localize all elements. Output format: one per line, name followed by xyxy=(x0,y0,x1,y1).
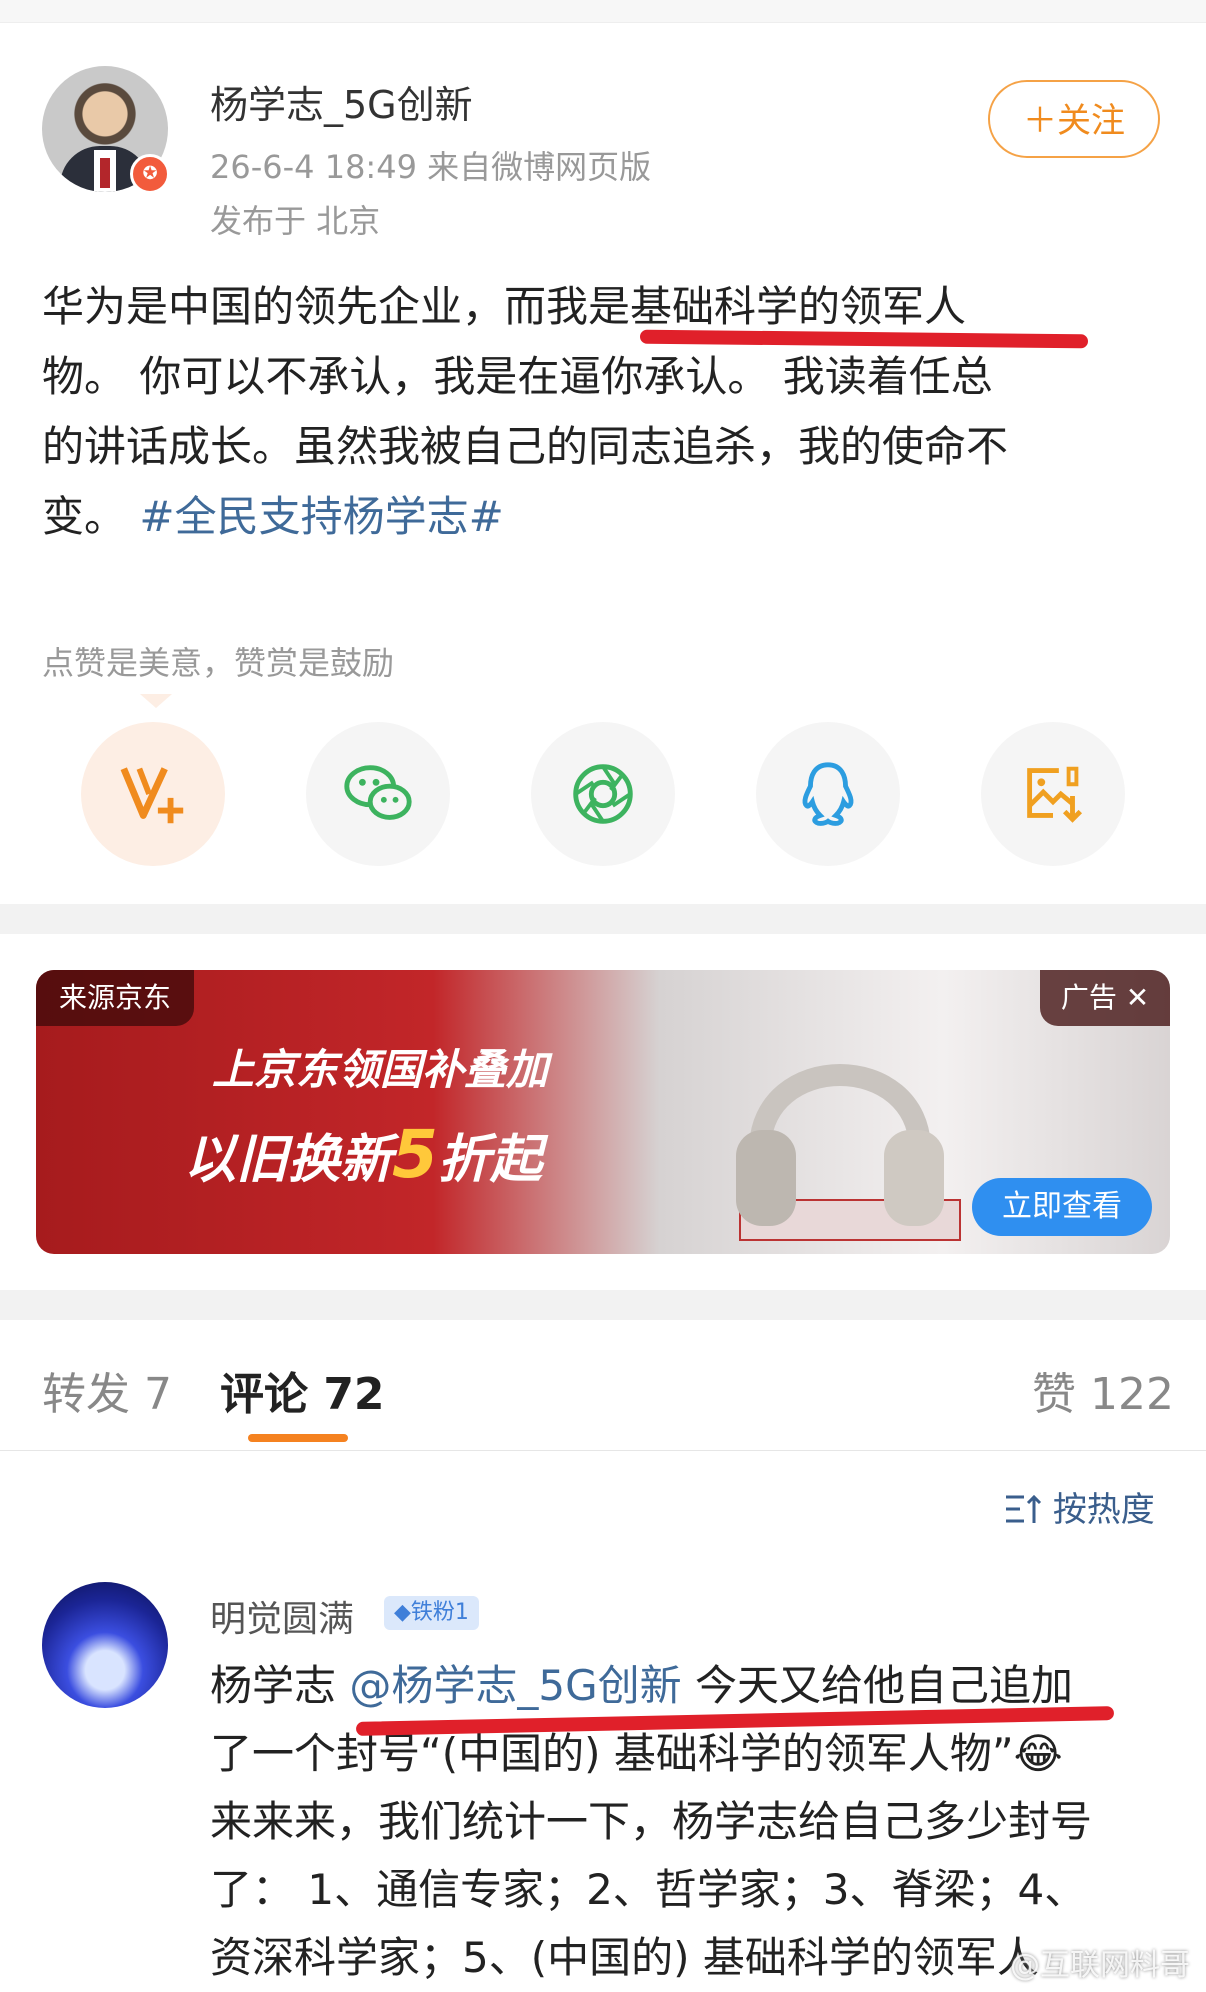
ad-headline: 上京东领国补叠加 xyxy=(212,1045,549,1094)
sort-label: 按热度 xyxy=(1052,1490,1155,1530)
watermark: @互联网料哥 xyxy=(1010,1948,1190,1983)
tab-comments[interactable]: 评论 72 xyxy=(220,1358,385,1422)
comment-line: 了一个封号“(中国的) 基础科学的领军人物”😂 xyxy=(210,1729,1063,1778)
reward-hint: 点赞是美意，赞赏是鼓励 xyxy=(42,644,395,682)
share-qq-button[interactable] xyxy=(756,722,900,866)
active-tab-indicator xyxy=(248,1434,348,1442)
post-line-text: 变。 xyxy=(42,492,127,541)
ad-cta-button[interactable]: 立即查看 xyxy=(972,1178,1152,1236)
ad-close-button[interactable]: 广告 ✕ xyxy=(1040,970,1170,1026)
ad-source-label: 来源京东 xyxy=(36,970,194,1026)
comment-line: 来来来，我们统计一下，杨学志给自己多少封号 xyxy=(210,1797,1093,1846)
tab-likes[interactable]: 赞 122 xyxy=(1032,1358,1174,1422)
post-line: 变。 #全民支持杨学志# xyxy=(42,482,1182,552)
comment-line: 了： 1、通信专家；2、哲学家；3、脊梁；4、 xyxy=(210,1865,1087,1914)
follow-button[interactable]: ＋关注 xyxy=(988,80,1160,158)
fan-badge: ◆铁粉1 xyxy=(384,1596,479,1630)
v-plus-icon xyxy=(120,767,184,824)
ad-subheadline-prefix: 以旧换新 xyxy=(184,1130,393,1190)
section-separator xyxy=(0,904,1206,934)
qq-icon xyxy=(802,762,854,826)
post-location: 发布于 北京 xyxy=(210,202,381,240)
section-separator xyxy=(0,1290,1206,1320)
mention-link[interactable]: @杨学志_5G创新 xyxy=(349,1661,681,1710)
share-wechat-button[interactable] xyxy=(306,722,450,866)
sort-button[interactable]: 按热度 xyxy=(1004,1482,1155,1531)
reward-button[interactable] xyxy=(81,722,225,866)
tabs-divider xyxy=(0,1450,1206,1451)
ad-subheadline-suffix: 折起 xyxy=(437,1130,542,1190)
verified-badge-icon: ✪ xyxy=(130,154,170,194)
hashtag-link[interactable]: #全民支持杨学志# xyxy=(139,492,503,541)
save-image-button[interactable] xyxy=(981,722,1125,866)
comment-text-prefix: 杨学志 xyxy=(210,1661,350,1710)
commenter-name[interactable]: 明觉圆满 xyxy=(210,1590,354,1642)
post-time-source: 26-6-4 18:49 来自微博网页版 xyxy=(210,148,652,186)
ad-discount-number: 5 xyxy=(392,1116,438,1193)
post-line: 的讲话成长。虽然我被自己的同志追杀，我的使命不 xyxy=(42,422,1009,471)
tab-repost[interactable]: 转发 7 xyxy=(42,1358,172,1422)
post-line: 物。 你可以不承认，我是在逼你承认。 我读着任总 xyxy=(42,352,993,401)
moments-icon xyxy=(573,764,633,824)
share-moments-button[interactable] xyxy=(531,722,675,866)
top-divider xyxy=(0,0,1206,23)
headphone-image xyxy=(736,1064,961,1241)
post-body: 华为是中国的领先企业，而我是基础科学的领军人 物。 你可以不承认，我是在逼你承认… xyxy=(42,272,1182,552)
author-name[interactable]: 杨学志_5G创新 xyxy=(210,74,473,129)
ad-subheadline: 以旧换新5折起 xyxy=(184,1116,542,1193)
commenter-avatar[interactable] xyxy=(42,1582,168,1708)
save-image-icon xyxy=(1027,766,1083,823)
reward-tip-arrow xyxy=(140,694,172,708)
post-line: 华为是中国的领先企业，而我是基础科学的领军人 xyxy=(42,282,967,331)
wechat-icon xyxy=(344,765,412,820)
comment-text-rest: 今天又给他自己追加 xyxy=(681,1661,1073,1710)
sort-icon xyxy=(1006,1494,1042,1523)
